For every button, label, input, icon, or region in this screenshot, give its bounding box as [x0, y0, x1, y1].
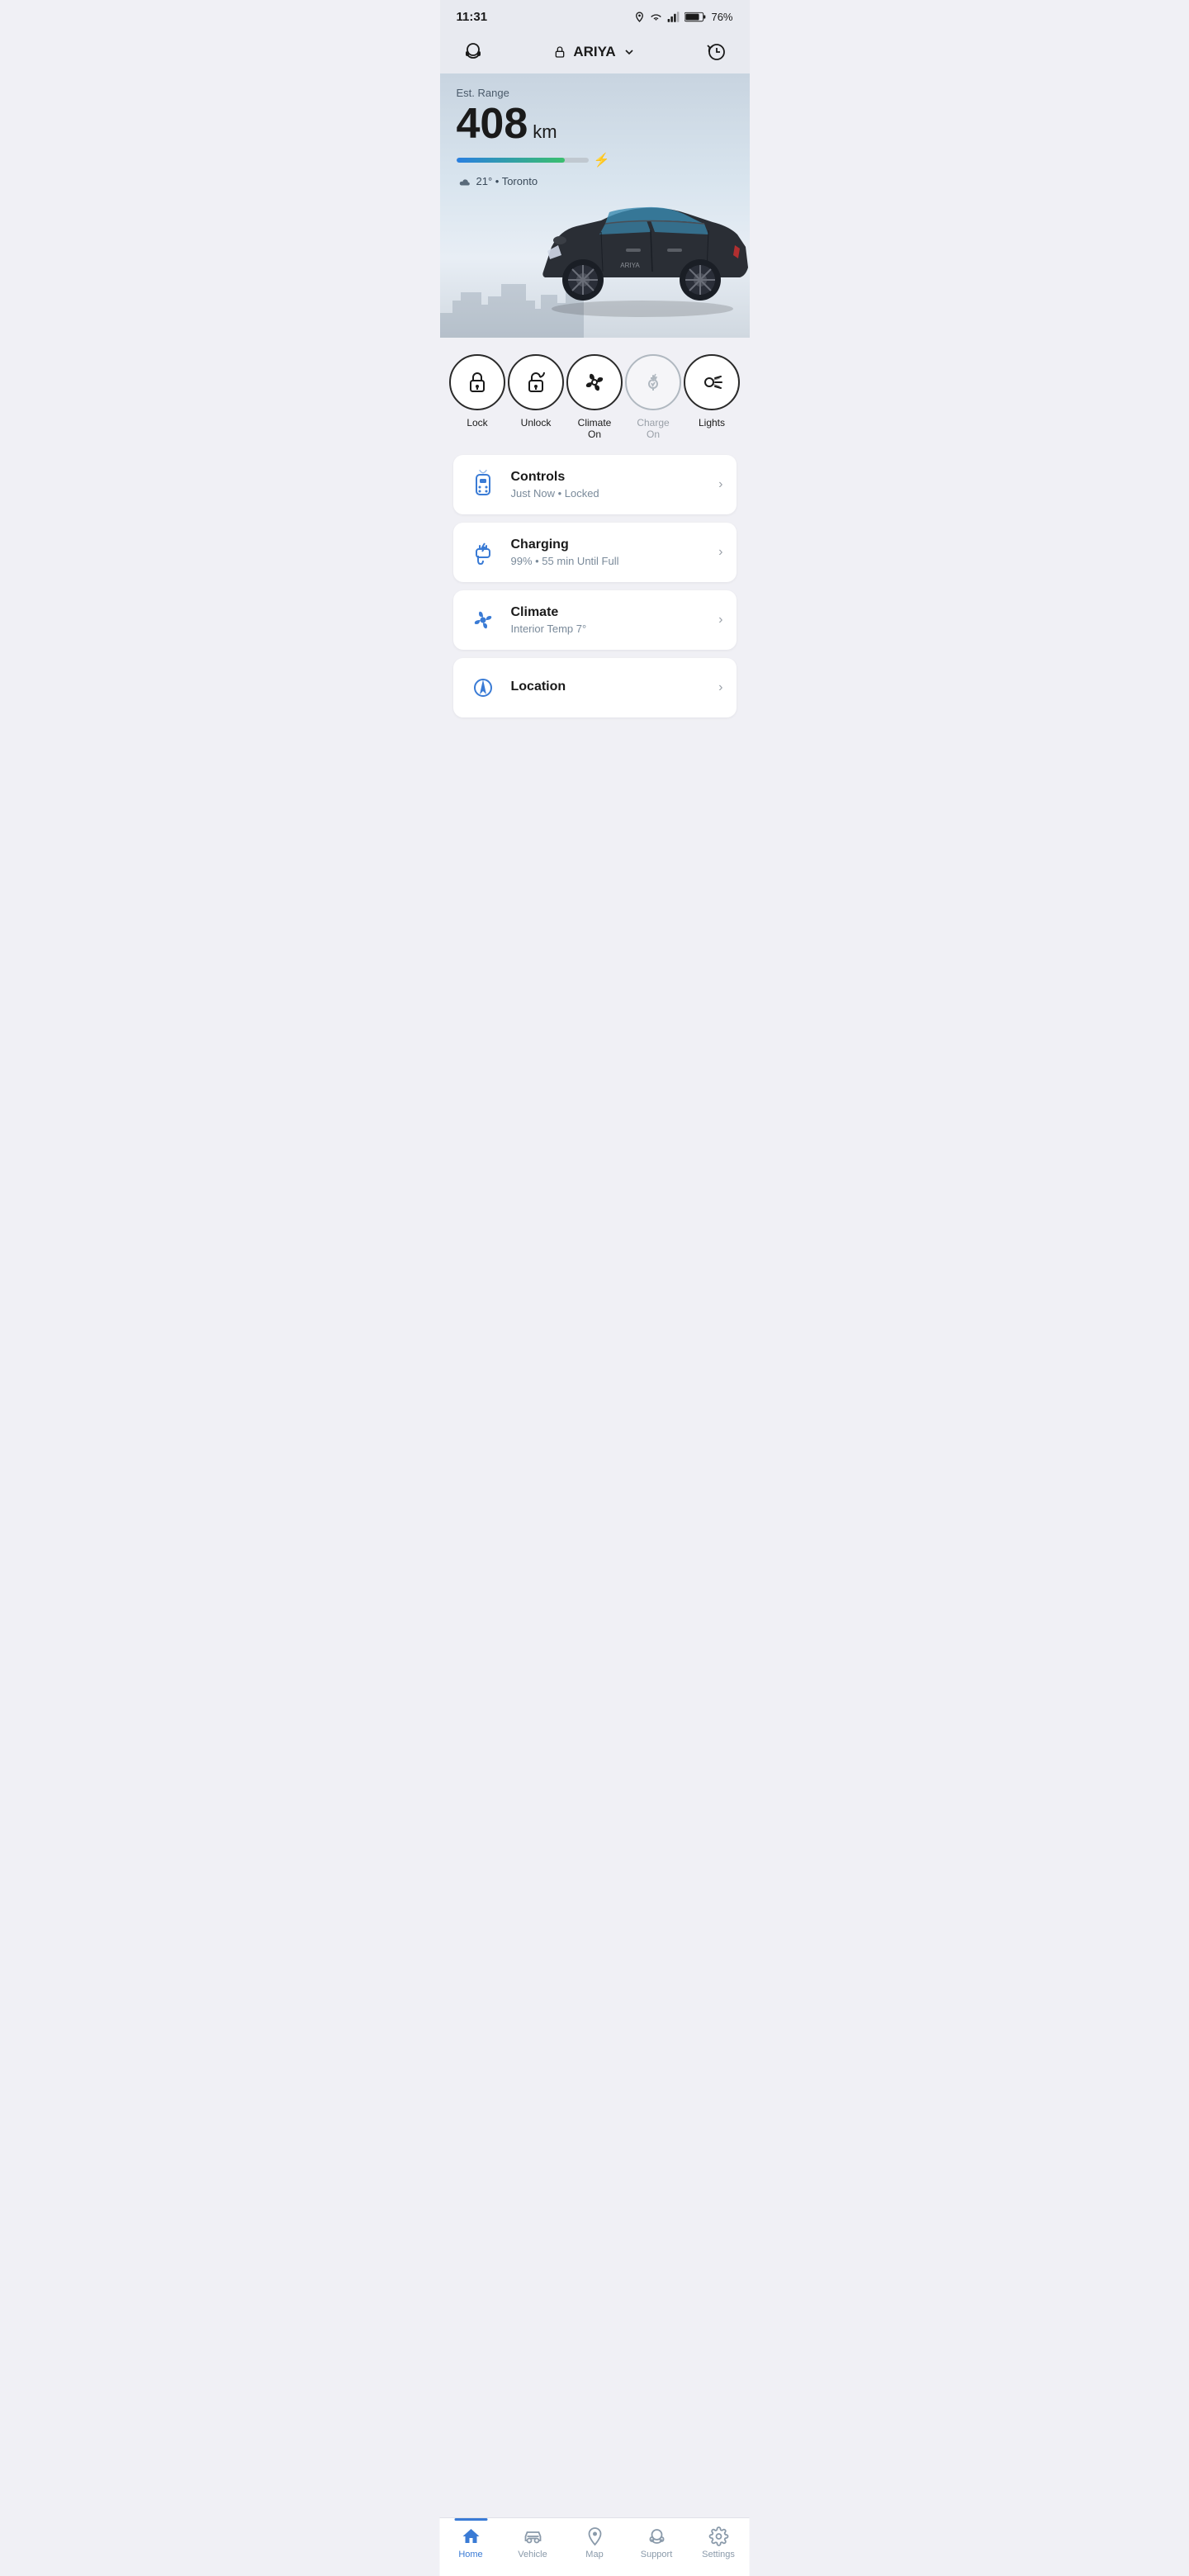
- home-active-indicator: [454, 2518, 487, 2521]
- cards-section: Controls Just Now • Locked › Charging 99…: [440, 448, 750, 724]
- unlock-label: Unlock: [521, 417, 552, 429]
- climate-action[interactable]: ClimateOn: [566, 354, 623, 440]
- status-icons: 76%: [634, 11, 732, 23]
- nav-home[interactable]: Home: [448, 2526, 494, 2559]
- nav-settings[interactable]: Settings: [696, 2526, 741, 2559]
- climate-card[interactable]: Climate Interior Temp 7° ›: [453, 590, 737, 650]
- navigation-icon: [468, 673, 498, 703]
- status-bar: 11:31 76%: [440, 0, 750, 31]
- range-value: 408: [457, 102, 528, 145]
- signal-status-icon: [667, 12, 680, 22]
- location-title: Location: [511, 680, 708, 694]
- bottom-spacer: [440, 724, 750, 807]
- climate-label: ClimateOn: [578, 417, 612, 440]
- fan-card-icon: [468, 605, 498, 635]
- home-nav-label: Home: [458, 2550, 482, 2559]
- climate-chevron: ›: [718, 613, 722, 627]
- lock-icon: [464, 369, 490, 395]
- location-card-icon: [467, 671, 500, 704]
- svg-text:ARIYA: ARIYA: [620, 262, 640, 269]
- vehicle-nav-label: Vehicle: [518, 2550, 547, 2559]
- climate-card-icon: [467, 604, 500, 637]
- map-nav-icon: [585, 2526, 604, 2546]
- battery-percentage: 76%: [711, 11, 732, 23]
- range-bar: [457, 158, 589, 163]
- lightning-icon: ⚡: [594, 152, 610, 168]
- location-content: Location: [511, 680, 708, 697]
- wifi-status-icon: [650, 12, 662, 22]
- lights-icon: [699, 369, 725, 395]
- battery-status-icon: [685, 12, 706, 22]
- charge-icon: [640, 369, 666, 395]
- support-button[interactable]: [457, 40, 490, 64]
- nav-map[interactable]: Map: [572, 2526, 618, 2559]
- controls-title: Controls: [511, 470, 708, 485]
- charging-subtitle: 99% • 55 min Until Full: [511, 555, 708, 567]
- support-nav-label: Support: [641, 2550, 673, 2559]
- range-unit: km: [533, 121, 557, 143]
- climate-content: Climate Interior Temp 7°: [511, 605, 708, 635]
- charging-card[interactable]: Charging 99% • 55 min Until Full ›: [453, 523, 737, 582]
- history-button[interactable]: [700, 40, 733, 64]
- range-bar-container: ⚡: [457, 152, 610, 168]
- settings-nav-label: Settings: [702, 2550, 735, 2559]
- home-nav-icon: [461, 2526, 481, 2546]
- support-nav-icon: [647, 2526, 666, 2546]
- unlock-icon: [523, 369, 549, 395]
- remote-icon: [468, 470, 498, 500]
- headset-icon: [462, 40, 485, 64]
- cloud-icon: [457, 176, 471, 187]
- charge-circle: [625, 354, 681, 410]
- est-range-label: Est. Range: [457, 87, 610, 99]
- chevron-down-icon: [623, 45, 636, 59]
- charge-action[interactable]: ChargeOn: [625, 354, 681, 440]
- location-status-icon: [634, 12, 645, 22]
- controls-icon: [467, 468, 500, 501]
- controls-card[interactable]: Controls Just Now • Locked ›: [453, 455, 737, 514]
- map-nav-label: Map: [585, 2550, 603, 2559]
- lights-action[interactable]: Lights: [684, 354, 740, 429]
- hero-section: Est. Range 408 km ⚡ 21° • Toronto: [440, 73, 750, 338]
- unlock-action[interactable]: Unlock: [508, 354, 564, 429]
- location-chevron: ›: [718, 680, 722, 695]
- controls-chevron: ›: [718, 477, 722, 492]
- settings-nav-icon: [708, 2526, 728, 2546]
- history-icon: [705, 40, 728, 64]
- nav-vehicle[interactable]: Vehicle: [510, 2526, 556, 2559]
- range-bar-fill: [457, 158, 565, 163]
- lock-circle: [449, 354, 505, 410]
- location-card[interactable]: Location ›: [453, 658, 737, 717]
- nav-support[interactable]: Support: [634, 2526, 680, 2559]
- lock-action[interactable]: Lock: [449, 354, 505, 429]
- car-image: ARIYA: [527, 173, 750, 321]
- weather-info: 21° • Toronto: [457, 175, 610, 187]
- vehicle-name: ARIYA: [573, 44, 615, 60]
- controls-content: Controls Just Now • Locked: [511, 470, 708, 500]
- vehicle-selector[interactable]: ARIYA: [553, 44, 635, 60]
- lock-header-icon: [553, 45, 566, 59]
- charging-icon: [467, 536, 500, 569]
- charging-content: Charging 99% • 55 min Until Full: [511, 537, 708, 567]
- quick-actions: Lock Unlock ClimateOn: [440, 338, 750, 448]
- vehicle-nav-icon: [523, 2526, 542, 2546]
- bottom-nav: Home Vehicle Map Support: [440, 2517, 750, 2576]
- header: ARIYA: [440, 31, 750, 73]
- hero-info: Est. Range 408 km ⚡ 21° • Toronto: [457, 87, 610, 187]
- lights-label: Lights: [699, 417, 725, 429]
- charging-title: Charging: [511, 537, 708, 552]
- charging-chevron: ›: [718, 545, 722, 560]
- weather-text: 21° • Toronto: [476, 175, 538, 187]
- charge-label: ChargeOn: [637, 417, 669, 440]
- unlock-circle: [508, 354, 564, 410]
- charging-plug-icon: [468, 537, 498, 567]
- status-time: 11:31: [457, 10, 488, 24]
- climate-circle: [566, 354, 623, 410]
- fan-icon: [581, 369, 608, 395]
- climate-subtitle: Interior Temp 7°: [511, 623, 708, 635]
- lights-circle: [684, 354, 740, 410]
- lock-label: Lock: [467, 417, 487, 429]
- controls-subtitle: Just Now • Locked: [511, 487, 708, 500]
- climate-card-title: Climate: [511, 605, 708, 620]
- car-svg: ARIYA: [527, 173, 750, 321]
